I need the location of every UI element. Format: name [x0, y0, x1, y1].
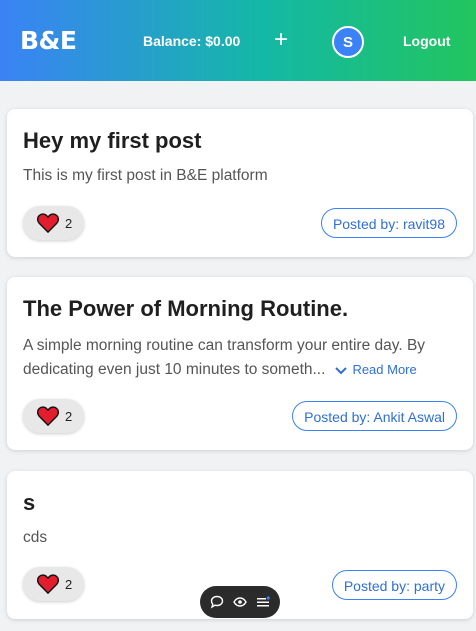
posted-by-badge[interactable]: Posted by: ravit98 [320, 208, 457, 238]
like-button[interactable]: 2 [23, 567, 84, 601]
heart-icon [37, 213, 59, 233]
logout-button[interactable]: Logout [403, 33, 450, 49]
read-more-link[interactable]: Read More [335, 362, 417, 377]
floating-toolbar [200, 586, 280, 618]
post-card: The Power of Morning Routine. A simple m… [7, 277, 473, 450]
top-header: B&E Balance: $0.00 + S Logout [0, 0, 476, 81]
post-title[interactable]: The Power of Morning Routine. [23, 296, 348, 322]
like-button[interactable]: 2 [23, 206, 84, 240]
comment-icon[interactable] [208, 593, 226, 611]
post-body: cds [23, 529, 48, 546]
post-title[interactable]: s [23, 490, 35, 516]
like-count: 2 [65, 215, 73, 231]
post-title[interactable]: Hey my first post [23, 128, 202, 154]
balance-display: Balance: $0.00 [143, 33, 241, 49]
post-body: A simple morning routine can transform y… [23, 334, 453, 382]
eye-icon[interactable] [231, 593, 249, 611]
post-card: Hey my first post This is my first post … [7, 109, 473, 257]
chevron-down-icon [335, 367, 348, 375]
post-body: This is my first post in B&E platform [23, 167, 268, 184]
add-post-button[interactable]: + [271, 28, 291, 53]
like-count: 2 [65, 576, 73, 592]
like-count: 2 [65, 408, 73, 424]
menu-icon[interactable] [254, 593, 272, 611]
heart-icon [37, 406, 59, 426]
read-more-label: Read More [352, 362, 417, 377]
posted-by-badge[interactable]: Posted by: party [331, 570, 457, 600]
user-avatar[interactable]: S [332, 26, 364, 58]
posted-by-badge[interactable]: Posted by: Ankit Aswal [292, 401, 457, 431]
heart-icon [37, 574, 59, 594]
brand-logo[interactable]: B&E [20, 26, 77, 56]
like-button[interactable]: 2 [23, 399, 84, 433]
